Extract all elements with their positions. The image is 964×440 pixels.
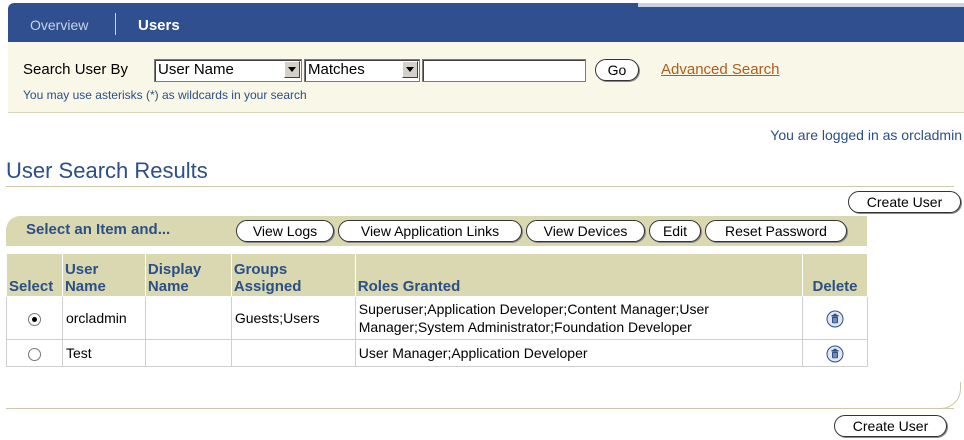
table-row: orcladmin Guests;Users Superuser;Applica… bbox=[6, 296, 868, 340]
groups-cell bbox=[230, 339, 356, 367]
view-application-links-button[interactable]: View Application Links bbox=[338, 220, 522, 242]
header-roles-granted: Roles Granted bbox=[354, 253, 804, 297]
match-type-select[interactable]: Matches bbox=[304, 59, 420, 82]
table-row: Test User Manager;Application Developer bbox=[6, 339, 868, 367]
title-divider bbox=[6, 186, 954, 187]
trash-icon[interactable] bbox=[826, 345, 844, 363]
tab-bar: Overview Users bbox=[8, 3, 964, 42]
tab-users[interactable]: Users bbox=[120, 13, 224, 42]
results-table: Select User Name Display Name Groups Ass… bbox=[6, 253, 868, 367]
select-radio-test[interactable] bbox=[27, 347, 41, 361]
header-delete: Delete bbox=[802, 253, 868, 297]
header-display-name[interactable]: Display Name bbox=[144, 253, 232, 297]
delete-cell bbox=[802, 339, 868, 367]
tab-bar-highlight bbox=[638, 3, 964, 7]
trash-icon[interactable] bbox=[826, 310, 844, 328]
groups-cell: Guests;Users bbox=[230, 296, 356, 340]
chevron-down-icon bbox=[402, 61, 418, 78]
header-user-name[interactable]: User Name bbox=[61, 253, 146, 297]
tab-divider bbox=[115, 13, 116, 35]
chevron-down-icon bbox=[284, 61, 300, 78]
wildcard-hint: You may use asterisks (*) as wildcards i… bbox=[23, 88, 307, 102]
select-cell bbox=[6, 296, 63, 340]
header-groups-assigned: Groups Assigned bbox=[230, 253, 356, 297]
user-name-cell: orcladmin bbox=[61, 296, 146, 340]
search-panel: Search User By User Name Matches Go Adva… bbox=[8, 42, 964, 113]
reset-password-button[interactable]: Reset Password bbox=[705, 220, 847, 242]
display-name-cell bbox=[144, 296, 232, 340]
search-input[interactable] bbox=[422, 59, 586, 82]
select-cell bbox=[6, 339, 63, 367]
tab-overview[interactable]: Overview bbox=[30, 17, 88, 33]
go-button[interactable]: Go bbox=[595, 59, 639, 81]
bottom-divider bbox=[6, 408, 954, 409]
page-title: User Search Results bbox=[6, 158, 208, 183]
search-field-value: User Name bbox=[158, 61, 234, 78]
display-name-cell bbox=[144, 339, 232, 367]
bottom-divider-curve bbox=[940, 382, 961, 409]
create-user-button-bottom[interactable]: Create User bbox=[834, 415, 947, 437]
table-header-row: Select User Name Display Name Groups Ass… bbox=[6, 253, 868, 297]
logged-in-status: You are logged in as orcladmin bbox=[770, 127, 962, 143]
search-by-label: Search User By bbox=[23, 61, 129, 78]
select-radio-orcladmin[interactable] bbox=[27, 312, 41, 326]
action-bar-label: Select an Item and... bbox=[26, 221, 171, 238]
tab-users-label: Users bbox=[138, 17, 180, 34]
roles-cell: User Manager;Application Developer bbox=[354, 339, 804, 367]
header-select: Select bbox=[6, 253, 63, 297]
search-field-select[interactable]: User Name bbox=[154, 59, 302, 82]
edit-button[interactable]: Edit bbox=[649, 220, 701, 242]
advanced-search-link[interactable]: Advanced Search bbox=[661, 61, 779, 78]
match-type-value: Matches bbox=[308, 61, 365, 78]
delete-cell bbox=[802, 296, 868, 340]
view-devices-button[interactable]: View Devices bbox=[526, 220, 645, 242]
view-logs-button[interactable]: View Logs bbox=[236, 220, 334, 242]
roles-cell: Superuser;Application Developer;Content … bbox=[354, 296, 804, 340]
user-name-cell: Test bbox=[61, 339, 146, 367]
create-user-button-top[interactable]: Create User bbox=[848, 191, 961, 213]
